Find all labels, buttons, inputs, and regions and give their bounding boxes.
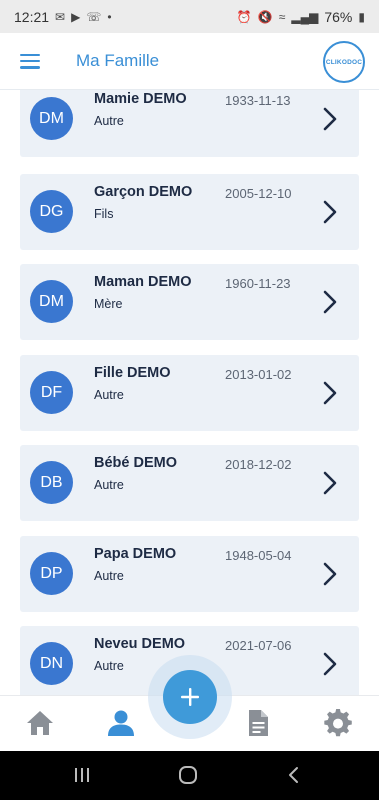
family-member-list[interactable]: DM Mamie DEMO Autre 1933-11-13 DG Garçon…	[0, 90, 379, 695]
member-birthdate: 2013-01-02	[225, 367, 292, 382]
avatar: DB	[30, 461, 73, 504]
system-nav-bar	[0, 751, 379, 800]
chevron-right-icon[interactable]	[319, 199, 341, 225]
member-relation: Autre	[94, 478, 124, 492]
back-icon[interactable]	[284, 765, 304, 785]
home-icon[interactable]	[25, 708, 55, 738]
member-birthdate: 1960-11-23	[225, 276, 291, 291]
chevron-right-icon[interactable]	[319, 380, 341, 406]
clikodoc-logo[interactable]: CLIKODOC	[323, 41, 365, 83]
whatsapp-icon: ☏	[86, 9, 102, 24]
add-icon	[181, 688, 199, 706]
member-name: Bébé DEMO	[94, 455, 177, 471]
member-name: Fille DEMO	[94, 365, 171, 381]
status-right: ⏰ 🔇 ≈ ▂▄▆ 76% ▮	[237, 9, 365, 25]
video-icon: ▶	[71, 9, 81, 24]
chevron-right-icon[interactable]	[319, 651, 341, 677]
member-relation: Autre	[94, 569, 124, 583]
member-relation: Autre	[94, 659, 124, 673]
member-birthdate: 1933-11-13	[225, 93, 291, 108]
status-bar: 12:21 ✉ ▶ ☏ • ⏰ 🔇 ≈ ▂▄▆ 76% ▮	[0, 0, 379, 33]
member-card[interactable]: DM Maman DEMO Mère 1960-11-23	[20, 264, 359, 340]
status-time: 12:21	[14, 8, 50, 25]
mute-icon: 🔇	[257, 9, 273, 24]
battery-icon: ▮	[358, 9, 365, 24]
member-name: Neveu DEMO	[94, 636, 186, 652]
member-card[interactable]: DG Garçon DEMO Fils 2005-12-10	[20, 174, 359, 250]
avatar: DF	[30, 371, 73, 414]
person-icon[interactable]	[106, 708, 136, 738]
member-name: Papa DEMO	[94, 546, 177, 562]
member-relation: Mère	[94, 297, 123, 311]
member-relation: Fils	[94, 207, 114, 221]
dot-icon: •	[107, 9, 112, 24]
document-icon[interactable]	[243, 708, 273, 738]
avatar: DM	[30, 280, 73, 323]
member-relation: Autre	[94, 388, 124, 402]
avatar: DG	[30, 190, 73, 233]
battery-level: 76%	[324, 8, 353, 25]
alarm-icon: ⏰	[236, 9, 252, 24]
chevron-right-icon[interactable]	[319, 561, 341, 587]
chevron-right-icon[interactable]	[319, 289, 341, 315]
page-title: Ma Famille	[76, 51, 160, 70]
gmail-icon: ✉	[55, 9, 66, 24]
member-name: Maman DEMO	[94, 274, 192, 290]
member-birthdate: 1948-05-04	[225, 548, 292, 563]
chevron-right-icon[interactable]	[319, 470, 341, 496]
settings-icon[interactable]	[323, 708, 353, 738]
menu-icon[interactable]	[20, 53, 40, 69]
chevron-right-icon[interactable]	[319, 106, 341, 132]
add-member-button[interactable]	[163, 670, 217, 724]
app-header: Ma Famille CLIKODOC	[0, 33, 379, 90]
member-relation: Autre	[94, 114, 124, 128]
avatar: DP	[30, 552, 73, 595]
member-birthdate: 2021-07-06	[225, 638, 292, 653]
member-name: Garçon DEMO	[94, 184, 193, 200]
member-card[interactable]: DM Mamie DEMO Autre 1933-11-13	[20, 90, 359, 157]
recent-apps-icon[interactable]	[72, 765, 92, 785]
home-button-icon[interactable]	[178, 765, 198, 785]
member-birthdate: 2005-12-10	[225, 186, 292, 201]
status-left: 12:21 ✉ ▶ ☏ •	[14, 9, 112, 25]
member-card[interactable]: DB Bébé DEMO Autre 2018-12-02	[20, 445, 359, 521]
member-name: Mamie DEMO	[94, 91, 187, 107]
wifi-icon: ≈	[278, 9, 286, 24]
member-card[interactable]: DP Papa DEMO Autre 1948-05-04	[20, 536, 359, 612]
avatar: DM	[30, 97, 73, 140]
avatar: DN	[30, 642, 73, 685]
member-birthdate: 2018-12-02	[225, 457, 292, 472]
signal-icon: ▂▄▆	[291, 9, 319, 24]
member-card[interactable]: DF Fille DEMO Autre 2013-01-02	[20, 355, 359, 431]
